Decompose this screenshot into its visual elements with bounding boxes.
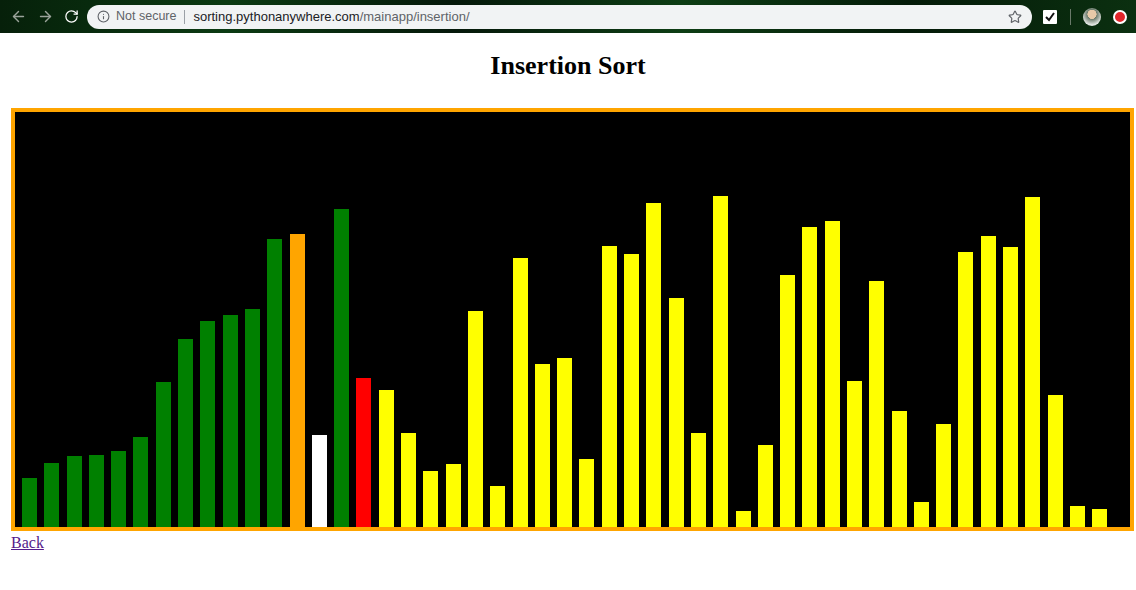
url: sorting.pythonanywhere.com/mainapp/inser… (193, 7, 1002, 27)
sort-bar (245, 309, 260, 527)
forward-arrow-icon[interactable] (37, 8, 54, 25)
sort-bar (936, 424, 951, 527)
sort-bar (490, 486, 505, 527)
sort-bar (267, 239, 282, 527)
sort-bar (981, 236, 996, 527)
sort-bar (178, 339, 193, 527)
sort-bar (1048, 395, 1063, 527)
sort-bar (557, 358, 572, 527)
sort-bar (446, 464, 461, 527)
sort-bar (669, 298, 684, 527)
security-label: Not secure (116, 7, 176, 26)
separator (184, 10, 185, 24)
sort-bar (958, 252, 973, 527)
sort-bar (914, 502, 929, 527)
sort-bar (691, 433, 706, 527)
reload-icon[interactable] (64, 9, 79, 24)
sort-bar (223, 315, 238, 527)
sort-bar (334, 209, 349, 527)
sort-bar (736, 511, 751, 527)
sort-bar (290, 234, 305, 527)
page-title: Insertion Sort (0, 33, 1136, 81)
sort-bar (780, 275, 795, 527)
sort-bar (646, 203, 661, 527)
page: Not secure sorting.pythonanywhere.com/mai… (0, 0, 1136, 590)
extension-red-icon[interactable] (1113, 10, 1127, 24)
address-bar[interactable]: Not secure sorting.pythonanywhere.com/mai… (87, 5, 1032, 29)
sort-bar (1092, 509, 1107, 527)
sort-bar (713, 196, 728, 527)
sort-bar (892, 411, 907, 527)
sort-bar (44, 463, 59, 527)
sort-bar (356, 378, 371, 527)
sort-bar (468, 311, 483, 527)
sort-bar (423, 471, 438, 527)
sort-bar (802, 227, 817, 527)
sort-bar (869, 281, 884, 527)
sort-bar (22, 478, 37, 527)
sort-bar (379, 390, 394, 527)
sort-bar (825, 221, 840, 527)
sort-bar (312, 435, 327, 527)
info-icon[interactable] (97, 10, 110, 23)
sort-bar (111, 451, 126, 527)
toolbar-divider (1070, 9, 1071, 25)
sort-bar (579, 459, 594, 527)
sort-bar (156, 382, 171, 527)
sort-bar (200, 321, 215, 527)
sort-bar (535, 364, 550, 527)
profile-avatar-icon[interactable] (1083, 8, 1101, 26)
sort-bar (67, 456, 82, 527)
back-link[interactable]: Back (11, 534, 44, 551)
sort-bar (89, 455, 104, 527)
sort-bar (513, 258, 528, 527)
sort-bar (133, 437, 148, 527)
sort-bar (1070, 506, 1085, 527)
sort-bar (624, 254, 639, 527)
sort-bar (1025, 197, 1040, 527)
sort-bar (1003, 247, 1018, 527)
sort-bar (847, 381, 862, 527)
sort-bar (758, 445, 773, 527)
checklist-extension-icon[interactable] (1042, 9, 1058, 25)
browser-toolbar: Not secure sorting.pythonanywhere.com/mai… (0, 0, 1136, 33)
back-arrow-icon[interactable] (10, 8, 27, 25)
sort-bar (602, 246, 617, 527)
sort-canvas (11, 108, 1134, 531)
bookmark-star-icon[interactable] (1008, 10, 1022, 24)
sort-bar (401, 433, 416, 527)
